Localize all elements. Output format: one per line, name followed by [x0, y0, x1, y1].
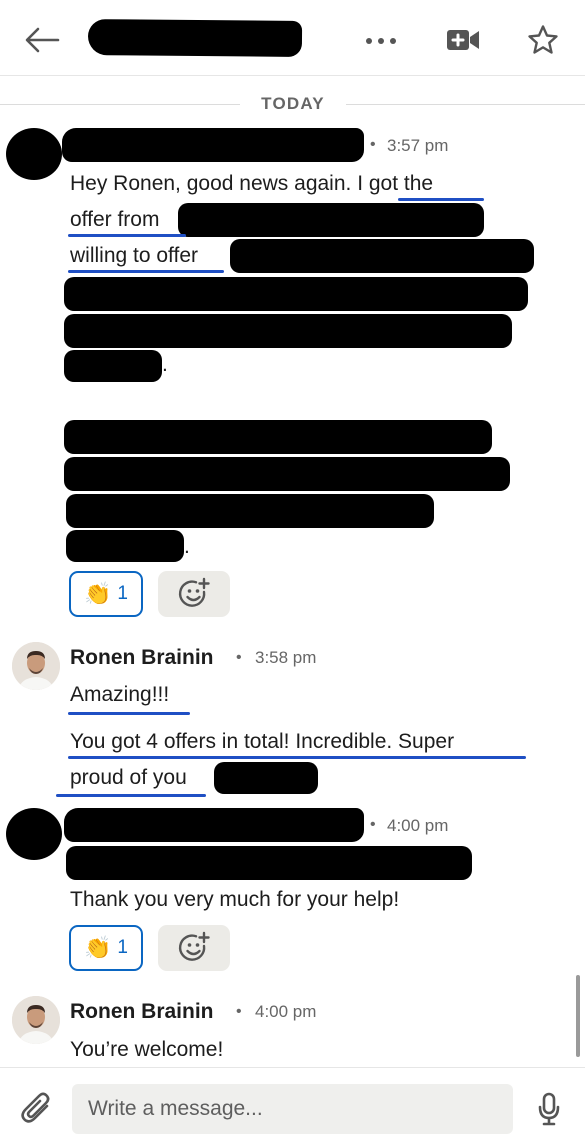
- microphone-icon: [538, 1092, 560, 1126]
- message-line: .: [162, 353, 168, 376]
- message-input[interactable]: [72, 1084, 513, 1134]
- message-line: Amazing!!!: [70, 683, 170, 706]
- redacted-text: [178, 203, 484, 237]
- redacted-text: [64, 314, 512, 348]
- redacted-text: [66, 494, 434, 528]
- sender-name[interactable]: Ronen Brainin: [70, 646, 214, 670]
- redacted-text: [64, 420, 492, 454]
- reaction-clap[interactable]: 👏 1: [69, 571, 143, 617]
- attach-button[interactable]: [18, 1090, 54, 1128]
- star-outline-icon: [528, 25, 558, 54]
- sender-name[interactable]: Ronen Brainin: [70, 1000, 214, 1024]
- ellipsis-icon: [366, 38, 396, 44]
- message-line: willing to offer: [70, 244, 199, 267]
- reaction-count: 1: [117, 937, 128, 958]
- conversation-header: [0, 0, 585, 76]
- date-divider: TODAY: [261, 94, 325, 113]
- star-button[interactable]: [524, 22, 562, 58]
- avatar-redacted[interactable]: [6, 808, 62, 860]
- conversation-title-redacted: [87, 19, 303, 57]
- person-avatar-icon: [12, 996, 60, 1044]
- redacted-text: [64, 350, 162, 382]
- separator-dot: •: [370, 136, 376, 153]
- separator-dot: •: [236, 1003, 242, 1020]
- redacted-text: [64, 277, 528, 311]
- scrollbar[interactable]: [576, 975, 580, 1057]
- redacted-text: [66, 846, 472, 880]
- avatar[interactable]: [12, 996, 60, 1044]
- message-time: 3:57 pm: [387, 136, 449, 155]
- add-emoji-icon: [178, 931, 210, 961]
- back-button[interactable]: [22, 22, 62, 58]
- message-time: 3:58 pm: [255, 648, 317, 667]
- avatar[interactable]: [12, 642, 60, 690]
- reaction-clap[interactable]: 👏 1: [69, 925, 143, 971]
- reaction-count: 1: [117, 583, 128, 604]
- redacted-text: [66, 530, 184, 562]
- annotation-underline: [68, 234, 186, 237]
- message-line: You got 4 offers in total! Incredible. S…: [70, 730, 455, 753]
- separator-dot: •: [236, 649, 242, 666]
- annotation-underline: [56, 794, 206, 797]
- voice-message-button[interactable]: [534, 1090, 564, 1128]
- person-avatar-icon: [12, 642, 60, 690]
- sender-name-redacted[interactable]: [62, 128, 364, 162]
- clapping-hands-icon: 👏: [84, 935, 112, 960]
- message-line: proud of you: [70, 766, 187, 789]
- message-line: Thank you very much for your help!: [70, 888, 400, 911]
- avatar-redacted[interactable]: [6, 128, 62, 180]
- more-options-button[interactable]: [362, 32, 400, 50]
- annotation-underline: [68, 712, 190, 715]
- message-line: offer from: [70, 208, 160, 231]
- separator-dot: •: [370, 816, 376, 833]
- annotation-underline: [398, 198, 484, 201]
- message-line: Hey Ronen, good news again. I got the: [70, 172, 434, 195]
- divider-line-right: [346, 104, 585, 105]
- video-plus-icon: [447, 30, 479, 50]
- redacted-emoji: [214, 762, 318, 794]
- add-reaction-button[interactable]: [158, 925, 230, 971]
- message-time: 4:00 pm: [255, 1002, 317, 1021]
- sender-name-redacted[interactable]: [64, 808, 364, 842]
- divider-line-left: [0, 104, 240, 105]
- arrow-left-icon: [25, 27, 60, 53]
- add-reaction-button[interactable]: [158, 571, 230, 617]
- message-line: .: [184, 535, 190, 558]
- redacted-text: [64, 457, 510, 491]
- clapping-hands-icon: 👏: [84, 581, 112, 606]
- message-time: 4:00 pm: [387, 816, 449, 835]
- paperclip-icon: [21, 1092, 50, 1123]
- video-call-button[interactable]: [444, 24, 482, 56]
- message-line: You’re welcome!: [70, 1038, 224, 1061]
- annotation-underline: [68, 270, 224, 273]
- annotation-underline: [68, 756, 526, 759]
- add-emoji-icon: [178, 577, 210, 607]
- redacted-text: [230, 239, 534, 273]
